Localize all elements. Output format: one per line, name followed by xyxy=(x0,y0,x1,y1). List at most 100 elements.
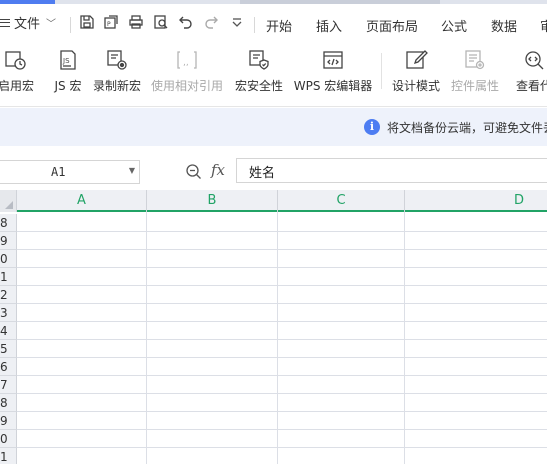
formula-bar: A1 ▼ fx 姓名 xyxy=(0,158,547,188)
row-header[interactable]: 6 xyxy=(0,358,17,376)
column-header-c[interactable]: C xyxy=(278,190,405,212)
gridline xyxy=(277,212,278,464)
design-mode-icon xyxy=(403,47,429,73)
notice-message[interactable]: 将文档备份云端，可避免文件丢 xyxy=(387,119,547,136)
gridline xyxy=(17,375,547,376)
design-mode-button[interactable]: 设计模式 xyxy=(390,47,442,99)
row-header[interactable]: 8 xyxy=(0,394,17,412)
record-macro-button[interactable]: 录制新宏 xyxy=(91,47,143,99)
row-header[interactable]: 7 xyxy=(0,376,17,394)
redo-icon[interactable] xyxy=(202,12,220,32)
print-icon[interactable] xyxy=(127,12,145,32)
zoom-search-icon[interactable] xyxy=(185,163,203,181)
gridline xyxy=(17,267,547,268)
tab-home[interactable]: 开始 xyxy=(266,16,292,35)
column-header-a[interactable]: A xyxy=(17,190,147,212)
tab-formulas[interactable]: 公式 xyxy=(441,16,467,35)
ribbon-toolbar: 启用宏 JS JS 宏 录制新宏 ,, 使用相对引用 宏安全性 WPS 宏编辑器 xyxy=(0,41,547,107)
macro-security-label: 宏安全性 xyxy=(234,79,283,93)
formula-input[interactable]: 姓名 xyxy=(236,158,547,183)
gridline xyxy=(17,231,547,232)
undo-icon[interactable] xyxy=(177,12,195,32)
hamburger-icon xyxy=(0,18,10,27)
tab-review[interactable]: 审 xyxy=(540,16,547,35)
gridline xyxy=(17,357,547,358)
gridline xyxy=(17,303,547,304)
gridline xyxy=(404,212,405,464)
macro-editor-label: WPS 宏编辑器 xyxy=(293,79,373,93)
row-header[interactable]: 2 xyxy=(0,286,17,304)
gridline xyxy=(17,339,547,340)
save-icon[interactable] xyxy=(78,12,96,32)
gridline xyxy=(17,249,547,250)
tab-data[interactable]: 数据 xyxy=(491,16,517,35)
view-code-button[interactable]: 查看代 xyxy=(508,47,547,99)
svg-text:,,: ,, xyxy=(183,58,189,68)
print-preview-icon[interactable] xyxy=(152,12,170,32)
tab-insert[interactable]: 插入 xyxy=(316,16,342,35)
caret-down-icon[interactable]: ▼ xyxy=(129,166,135,175)
file-menu[interactable]: 文件 ﹀ xyxy=(0,13,56,32)
cloud-backup-notice: i 将文档备份云端，可避免文件丢 xyxy=(0,108,547,146)
macro-security-button[interactable]: 宏安全性 xyxy=(233,47,285,99)
macro-editor-button[interactable]: WPS 宏编辑器 xyxy=(292,47,374,99)
js-macro-label: JS 宏 xyxy=(54,79,82,93)
svg-text:JS: JS xyxy=(62,57,70,65)
tab-page-layout[interactable]: 页面布局 xyxy=(366,16,418,35)
customize-toolbar-icon[interactable] xyxy=(228,12,246,32)
column-header-d[interactable]: D xyxy=(405,190,547,212)
js-macro-icon: JS xyxy=(55,47,81,73)
control-properties-label: 控件属性 xyxy=(450,79,499,93)
gridline xyxy=(17,411,547,412)
row-header[interactable]: 3 xyxy=(0,304,17,322)
control-properties-icon xyxy=(462,47,488,73)
row-header[interactable]: 4 xyxy=(0,322,17,340)
relative-reference-label: 使用相对引用 xyxy=(150,79,223,93)
row-header[interactable]: 9 xyxy=(0,412,17,430)
gridline xyxy=(146,212,147,464)
row-header[interactable]: 0 xyxy=(0,430,17,448)
row-header[interactable]: 0 xyxy=(0,250,17,268)
export-icon[interactable]: P xyxy=(102,12,120,32)
record-macro-label: 录制新宏 xyxy=(92,79,141,93)
macro-editor-icon xyxy=(320,47,346,73)
gridline xyxy=(17,321,547,322)
control-properties-button[interactable]: 控件属性 xyxy=(449,47,501,99)
gridline xyxy=(17,285,547,286)
name-box[interactable]: A1 ▼ xyxy=(0,160,140,184)
record-macro-icon xyxy=(104,47,130,73)
enable-macro-label: 启用宏 xyxy=(0,79,35,93)
gridline xyxy=(17,393,547,394)
view-code-icon xyxy=(521,47,547,73)
ribbon-divider xyxy=(381,53,382,89)
formula-value: 姓名 xyxy=(249,166,276,181)
row-header[interactable]: 5 xyxy=(0,340,17,358)
view-code-label: 查看代 xyxy=(515,79,547,93)
spreadsheet-grid[interactable]: A B C D 8 9 0 1 2 3 4 5 6 7 8 9 0 1 xyxy=(0,190,547,464)
relative-reference-button[interactable]: ,, 使用相对引用 xyxy=(149,47,225,99)
menu-divider xyxy=(254,17,255,33)
row-header[interactable]: 8 xyxy=(0,214,17,232)
design-mode-label: 设计模式 xyxy=(391,79,440,93)
cell-reference: A1 xyxy=(51,165,66,179)
macro-security-icon xyxy=(246,47,272,73)
enable-macro-button[interactable]: 启用宏 xyxy=(0,47,34,99)
enable-macro-icon xyxy=(3,47,29,73)
row-header[interactable]: 1 xyxy=(0,448,17,464)
relative-reference-icon: ,, xyxy=(174,47,200,73)
gridline xyxy=(17,429,547,430)
insert-function-button[interactable]: fx xyxy=(211,161,225,179)
chevron-down-icon: ﹀ xyxy=(46,19,57,30)
select-all-corner[interactable] xyxy=(0,190,17,212)
column-header-b[interactable]: B xyxy=(147,190,278,212)
row-header[interactable]: 1 xyxy=(0,268,17,286)
js-macro-button[interactable]: JS JS 宏 xyxy=(48,47,88,99)
row-header[interactable]: 9 xyxy=(0,232,17,250)
file-menu-label: 文件 xyxy=(14,17,41,32)
gridline xyxy=(17,447,547,448)
info-icon: i xyxy=(364,119,380,135)
menu-bar: 文件 ﹀ P 开始 插入 页面布局 公式 数据 审 xyxy=(0,4,547,41)
menu-divider xyxy=(70,17,71,33)
column-header-bar: A B C D xyxy=(0,190,547,212)
spacer xyxy=(0,146,547,158)
